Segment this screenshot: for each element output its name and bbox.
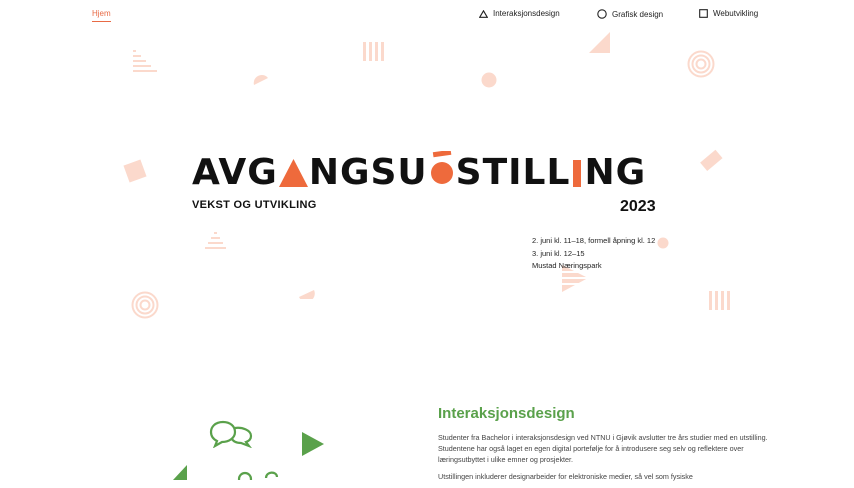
square-shape [123, 159, 147, 183]
title-part: STILL [455, 152, 571, 193]
square-outline-icon [699, 9, 708, 18]
event-location: Mustad Næringspark [532, 261, 602, 270]
title-part: AVG [192, 152, 278, 193]
concentric-circle-shape [687, 50, 715, 78]
striped-pyramid-shape [205, 232, 226, 249]
section-title: Interaksjonsdesign [438, 405, 575, 422]
striped-triangle-shape [133, 50, 157, 72]
hero-subtitle: VEKST OG UTVIKLING [192, 199, 317, 211]
nav-interaksjonsdesign[interactable]: Interaksjonsdesign [479, 9, 560, 18]
diamond-shape [700, 149, 723, 172]
circle-outline-icon [597, 9, 607, 19]
green-loops-icon [237, 471, 279, 480]
nav-item-label: Webutvikling [713, 9, 759, 18]
title-triangle-icon [278, 159, 309, 193]
green-triangle-icon [173, 465, 187, 480]
nav-item-label: Grafisk design [612, 9, 664, 19]
play-triangle-icon [302, 432, 324, 456]
triangle-shape [589, 32, 610, 53]
vertical-bars-shape [363, 42, 384, 61]
nav-home-link[interactable]: Hjem [92, 9, 111, 22]
top-nav: Hjem Interaksjonsdesign Grafisk design W… [0, 0, 854, 30]
half-circle-shape-2 [299, 290, 315, 299]
circle-shape [481, 72, 497, 88]
small-circle-shape [657, 237, 669, 249]
nav-item-label: Interaksjonsdesign [493, 9, 560, 18]
event-info: 2. juni kl. 11–18, formell åpning kl. 12… [532, 235, 655, 273]
nav-webutvikling[interactable]: Webutvikling [699, 9, 758, 18]
title-circle-icon [428, 151, 456, 193]
section-paragraph: Utstillingen inkluderer designarbeider f… [438, 472, 693, 481]
nav-grafisk-design[interactable]: Grafisk design [597, 9, 663, 19]
event-date-1: 2. juni kl. 11–18, formell åpning kl. 12 [532, 236, 656, 245]
event-date-2: 3. juni kl. 12–15 [532, 248, 585, 258]
section-paragraph: Studenter fra Bachelor i interaksjonsdes… [438, 433, 768, 464]
half-circle-shape [253, 74, 268, 85]
hero-year: 2023 [620, 198, 656, 215]
title-bar-icon [573, 160, 582, 187]
hero-title: AVG NGSU STILL NG [192, 151, 647, 193]
concentric-circle-shape-2 [131, 291, 159, 319]
vertical-bars-shape-2 [709, 291, 730, 310]
title-part: NG [584, 152, 647, 193]
title-part: NGSU [308, 152, 428, 193]
triangle-outline-icon [479, 9, 488, 18]
chat-bubbles-icon [209, 420, 253, 448]
